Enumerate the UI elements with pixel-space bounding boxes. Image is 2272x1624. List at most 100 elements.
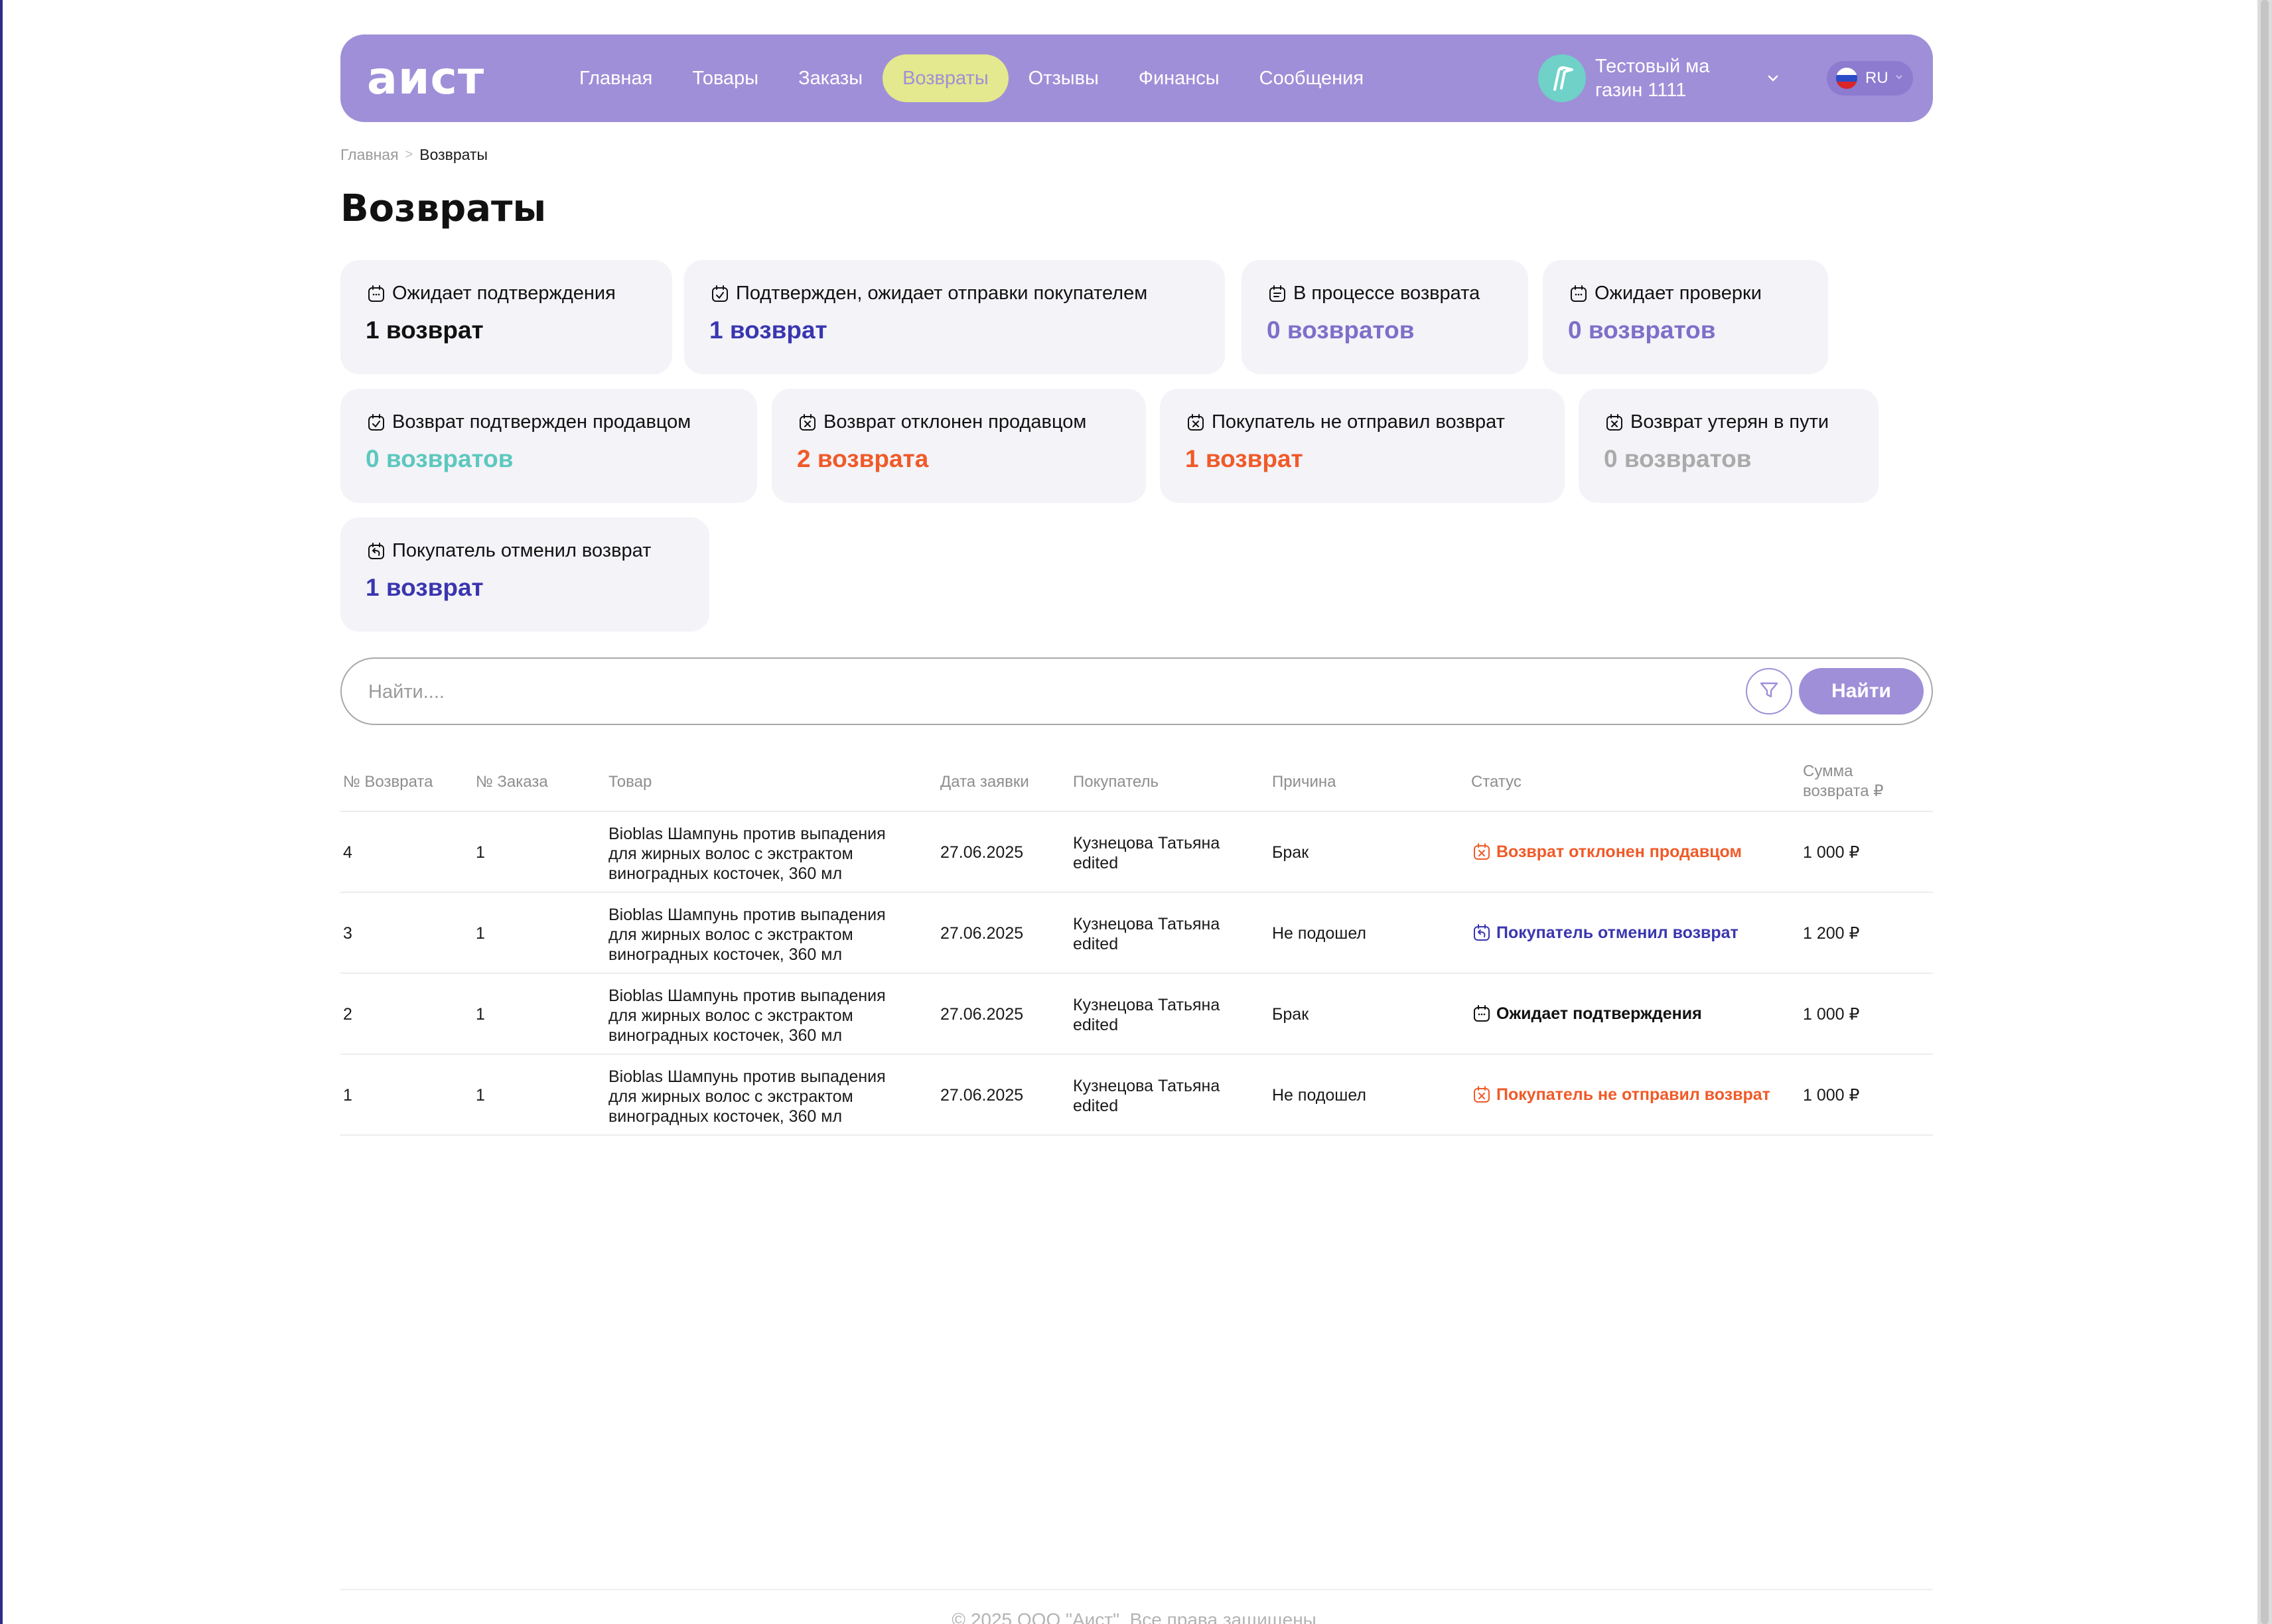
status-card-label-text: Ожидает проверки xyxy=(1595,283,1762,304)
status-text: Покупатель отменил возврат xyxy=(1496,923,1739,942)
status-card-label: В процессе возврата xyxy=(1267,283,1503,304)
cell-product-line: виноградных косточек, 360 мл xyxy=(608,864,843,883)
status-card-count: 1 возврат xyxy=(709,316,827,344)
cell-product-line: Bioblas Шампунь против выпадения xyxy=(608,906,886,924)
shop-profile-dropdown[interactable]: Тестовый ма газин 1111 xyxy=(1538,54,1778,102)
table-row[interactable]: 2 1 Bioblas Шампунь против выпадения для жи… xyxy=(340,974,1933,1055)
filter-button[interactable] xyxy=(1746,668,1792,714)
cell-buyer-line: Кузнецова Татьяна xyxy=(1073,915,1220,933)
calendar-clock-icon xyxy=(1568,283,1589,304)
cell-reason: Не подошел xyxy=(1272,1086,1367,1105)
nav-item-returns[interactable]: Возвраты xyxy=(883,54,1009,102)
top-header: аист Главная Товары Заказы Возвраты Отзы… xyxy=(340,34,1933,122)
cell-date: 27.06.2025 xyxy=(940,1086,1024,1105)
status-card-label-text: Возврат утерян в пути xyxy=(1630,411,1829,433)
column-header-product: Товар xyxy=(608,773,652,791)
find-button[interactable]: Найти xyxy=(1799,668,1924,714)
table-row[interactable]: 3 1 Bioblas Шампунь против выпадения для жи… xyxy=(340,893,1933,974)
search-input[interactable] xyxy=(368,675,1762,709)
nav-item-orders[interactable]: Заказы xyxy=(778,54,883,102)
cell-buyer-line: edited xyxy=(1073,854,1119,872)
status-card[interactable]: Ожидает подтверждения 1 возврат xyxy=(340,260,672,374)
cell-product: Bioblas Шампунь против выпадения для жирн… xyxy=(608,905,927,965)
calendar-clock-icon xyxy=(1471,1003,1492,1024)
cell-reason: Брак xyxy=(1272,1005,1309,1024)
status-card[interactable]: Покупатель не отправил возврат 1 возврат xyxy=(1160,389,1565,503)
cell-product-line: Bioblas Шампунь против выпадения xyxy=(608,986,886,1005)
status-card-label: Ожидает проверки xyxy=(1568,283,1803,304)
cell-return-no: 1 xyxy=(343,1086,352,1105)
column-header-date: Дата заявки xyxy=(940,773,1029,791)
stork-avatar-icon xyxy=(1538,54,1586,102)
status-card-label: Возврат утерян в пути xyxy=(1604,411,1853,433)
cell-product-line: Bioblas Шампунь против выпадения xyxy=(608,825,886,843)
chevron-down-icon xyxy=(1894,72,1904,86)
cell-reason: Брак xyxy=(1272,843,1309,862)
status-card-count: 0 возвратов xyxy=(366,445,514,472)
search-bar: Найти xyxy=(340,657,1933,725)
cell-return-no: 4 xyxy=(343,843,352,862)
status-card[interactable]: Покупатель отменил возврат 1 возврат xyxy=(340,517,709,632)
cell-order-no: 1 xyxy=(476,1005,485,1024)
cell-status: Покупатель не отправил возврат xyxy=(1471,1084,1770,1105)
calendar-x-icon xyxy=(1471,841,1492,862)
cell-return-no: 2 xyxy=(343,1005,352,1024)
column-header-return-no: № Возврата xyxy=(343,773,433,791)
footer-divider xyxy=(340,1589,1933,1590)
status-card[interactable]: Возврат отклонен продавцом 2 возврата xyxy=(772,389,1146,503)
breadcrumb-separator: > xyxy=(405,147,413,162)
nav-item-products[interactable]: Товары xyxy=(672,54,778,102)
chevron-down-icon xyxy=(1764,69,1782,91)
language-selector[interactable]: RU xyxy=(1827,61,1913,96)
table-row[interactable]: 1 1 Bioblas Шампунь против выпадения для жи… xyxy=(340,1055,1933,1136)
calendar-x-icon xyxy=(1185,412,1206,433)
main-nav: Главная Товары Заказы Возвраты Отзывы Фи… xyxy=(559,54,1384,102)
nav-item-messages[interactable]: Сообщения xyxy=(1240,54,1384,102)
column-header-order-no: № Заказа xyxy=(476,773,548,791)
cell-sum: 1 000 ₽ xyxy=(1803,843,1860,862)
cell-sum: 1 000 ₽ xyxy=(1803,1005,1860,1024)
status-card-label-text: Покупатель не отправил возврат xyxy=(1212,411,1505,433)
russia-flag-icon xyxy=(1836,68,1857,89)
cell-date: 27.06.2025 xyxy=(940,843,1024,862)
cell-buyer-line: Кузнецова Татьяна xyxy=(1073,1077,1220,1095)
column-header-sum-line-2: возврата ₽ xyxy=(1803,782,1884,800)
status-card[interactable]: Возврат утерян в пути 0 возвратов xyxy=(1579,389,1879,503)
status-card-count: 1 возврат xyxy=(366,574,484,601)
cell-order-no: 1 xyxy=(476,1086,485,1105)
table-row[interactable]: 4 1 Bioblas Шампунь против выпадения для жи… xyxy=(340,812,1933,893)
calendar-clock-icon xyxy=(366,283,387,304)
status-card[interactable]: Возврат подтвержден продавцом 0 возвратов xyxy=(340,389,757,503)
status-text: Ожидает подтверждения xyxy=(1496,1004,1702,1023)
shop-name: Тестовый ма газин 1111 xyxy=(1595,54,1761,102)
nav-item-finance[interactable]: Финансы xyxy=(1119,54,1240,102)
cell-buyer: Кузнецова Татьяна edited xyxy=(1073,833,1259,873)
column-header-buyer: Покупатель xyxy=(1073,773,1159,791)
calendar-list-icon xyxy=(1267,283,1288,304)
breadcrumb: Главная > Возвраты xyxy=(340,146,488,164)
cell-product-line: для жирных волос с экстрактом xyxy=(608,845,853,863)
scrollbar[interactable] xyxy=(2257,0,2272,1624)
status-card-count: 1 возврат xyxy=(1185,445,1303,472)
status-card-label-text: Покупатель отменил возврат xyxy=(392,540,652,561)
cell-return-no: 3 xyxy=(343,924,352,943)
status-card[interactable]: В процессе возврата 0 возвратов xyxy=(1242,260,1528,374)
status-card[interactable]: Подтвержден, ожидает отправки покупателе… xyxy=(684,260,1225,374)
cell-reason: Не подошел xyxy=(1272,924,1367,943)
cell-date: 27.06.2025 xyxy=(940,1005,1024,1024)
status-card-label-text: Возврат отклонен продавцом xyxy=(823,411,1087,433)
logo[interactable]: аист xyxy=(367,52,484,105)
status-card-label-text: Подтвержден, ожидает отправки покупателе… xyxy=(736,283,1148,304)
breadcrumb-home[interactable]: Главная xyxy=(340,146,399,164)
status-card-label: Покупатель отменил возврат xyxy=(366,540,684,562)
status-card-count: 1 возврат xyxy=(366,316,484,344)
nav-item-home[interactable]: Главная xyxy=(559,54,672,102)
cell-buyer-line: edited xyxy=(1073,1097,1119,1115)
status-card-count: 0 возвратов xyxy=(1267,316,1415,344)
cell-product-line: виноградных косточек, 360 мл xyxy=(608,1107,843,1126)
status-card[interactable]: Ожидает проверки 0 возвратов xyxy=(1543,260,1828,374)
nav-item-reviews[interactable]: Отзывы xyxy=(1009,54,1119,102)
calendar-x-icon xyxy=(1604,412,1625,433)
cell-status: Покупатель отменил возврат xyxy=(1471,922,1739,943)
calendar-undo-icon xyxy=(1471,922,1492,943)
